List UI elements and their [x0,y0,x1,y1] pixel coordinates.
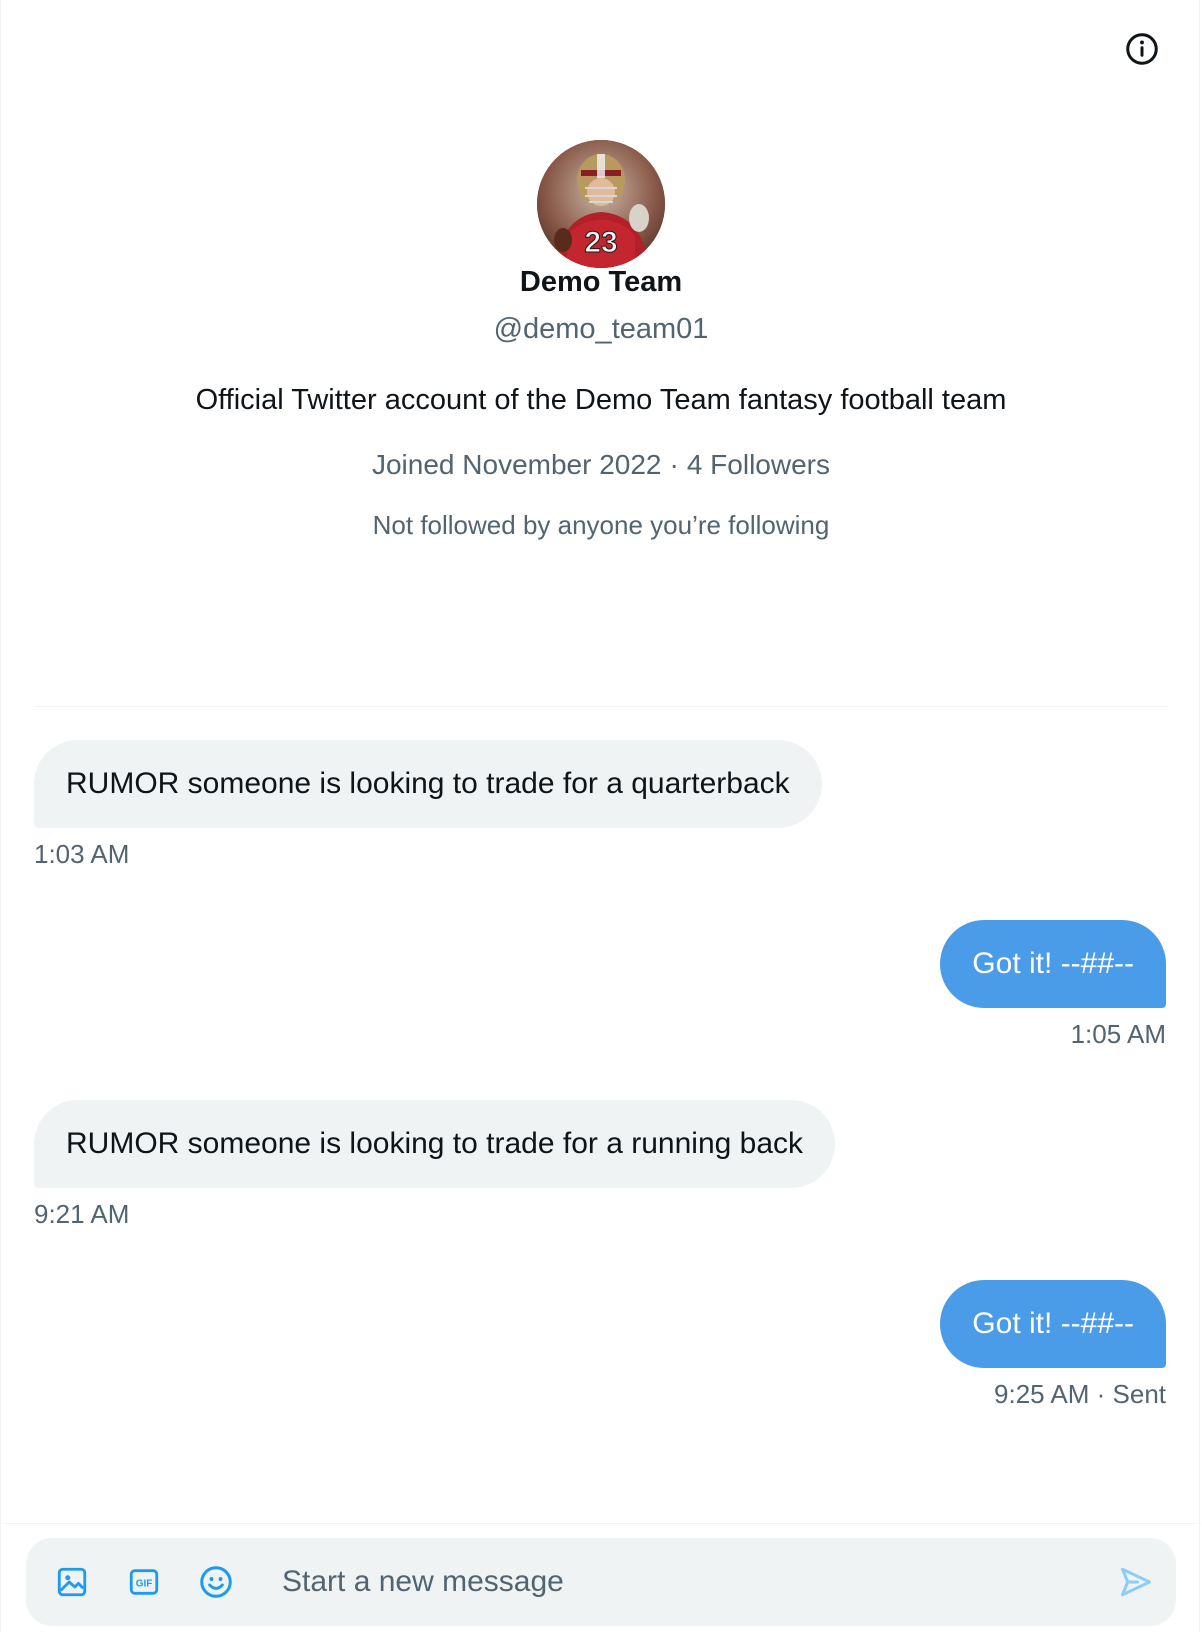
profile-divider [34,706,1168,707]
conversation-info-button[interactable] [1123,30,1161,68]
meta-separator: · [669,449,679,480]
profile-bio: Official Twitter account of the Demo Tea… [195,384,1007,416]
message-status-timestamp: 9:25 AM · Sent [994,1379,1166,1409]
info-icon [1126,33,1158,65]
dm-conversation: 23 Demo Team @demo_team01 Official Twitt… [0,0,1201,1632]
profile-meta: Joined November 2022 · 4 Followers [1,449,1201,481]
svg-text:GIF: GIF [136,1579,153,1590]
message-bubble-incoming[interactable]: RUMOR someone is looking to trade for a … [34,1100,836,1188]
profile-handle[interactable]: @demo_team01 [1,313,1201,346]
add-media-button[interactable] [48,1558,96,1606]
avatar[interactable]: 23 [537,140,665,268]
composer-divider [1,1523,1201,1524]
add-gif-button[interactable]: GIF [120,1558,168,1606]
followed-by-text: Not followed by anyone you’re following [372,510,830,540]
message-input[interactable] [282,1538,1082,1626]
message-timestamp: 1:05 AM [1070,1019,1166,1049]
send-icon [1121,1567,1151,1597]
message-composer: GIF [26,1538,1176,1626]
add-emoji-button[interactable] [192,1558,240,1606]
message-bubble-outgoing[interactable]: Got it! --##-- [940,920,1166,1008]
send-button[interactable] [1112,1558,1160,1606]
message-bubble-incoming[interactable]: RUMOR someone is looking to trade for a … [34,740,822,828]
svg-text:23: 23 [584,226,617,259]
emoji-icon [200,1566,232,1598]
message-timestamp: 9:21 AM [34,1199,130,1229]
gif-icon: GIF [129,1569,159,1595]
followers-count[interactable]: 4 Followers [687,449,830,480]
message-timestamp: 1:03 AM [34,839,130,869]
joined-date: Joined November 2022 [371,449,662,480]
profile-name[interactable]: Demo Team [1,266,1201,299]
avatar-image: 23 [537,140,665,268]
message-bubble-outgoing[interactable]: Got it! --##-- [940,1280,1166,1368]
image-icon [57,1567,87,1597]
